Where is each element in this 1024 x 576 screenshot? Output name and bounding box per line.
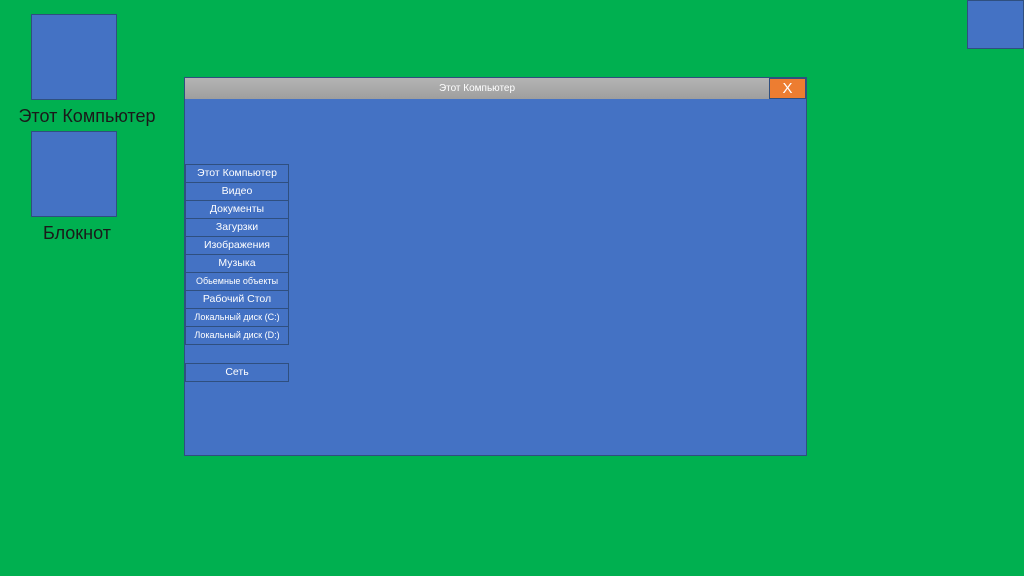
nav-item-local-disk-c[interactable]: Локальный диск (C:) (185, 308, 289, 327)
close-button[interactable]: X (769, 78, 806, 99)
explorer-window: Этот Компьютер X Этот Компьютер Видео До… (184, 77, 807, 456)
nav-item-local-disk-d[interactable]: Локальный диск (D:) (185, 326, 289, 345)
computer-icon[interactable] (31, 14, 117, 100)
nav-item-documents[interactable]: Документы (185, 200, 289, 219)
nav-item-pictures[interactable]: Изображения (185, 236, 289, 255)
nav-item-this-pc[interactable]: Этот Компьютер (185, 164, 289, 183)
window-title[interactable]: Этот Компьютер (185, 78, 769, 99)
nav-item-music[interactable]: Музыка (185, 254, 289, 273)
notepad-icon[interactable] (31, 131, 117, 217)
nav-item-videos[interactable]: Видео (185, 182, 289, 201)
desktop-icon-label-notepad[interactable]: Блокнот (30, 223, 124, 244)
nav-item-network[interactable]: Сеть (185, 363, 289, 382)
desktop-icon-label-computer[interactable]: Этот Компьютер (18, 106, 156, 127)
corner-tile[interactable] (967, 0, 1024, 49)
nav-item-3d-objects[interactable]: Обьемные объекты (185, 272, 289, 291)
nav-item-downloads[interactable]: Загурзки (185, 218, 289, 237)
nav-item-desktop[interactable]: Рабочий Стол (185, 290, 289, 309)
